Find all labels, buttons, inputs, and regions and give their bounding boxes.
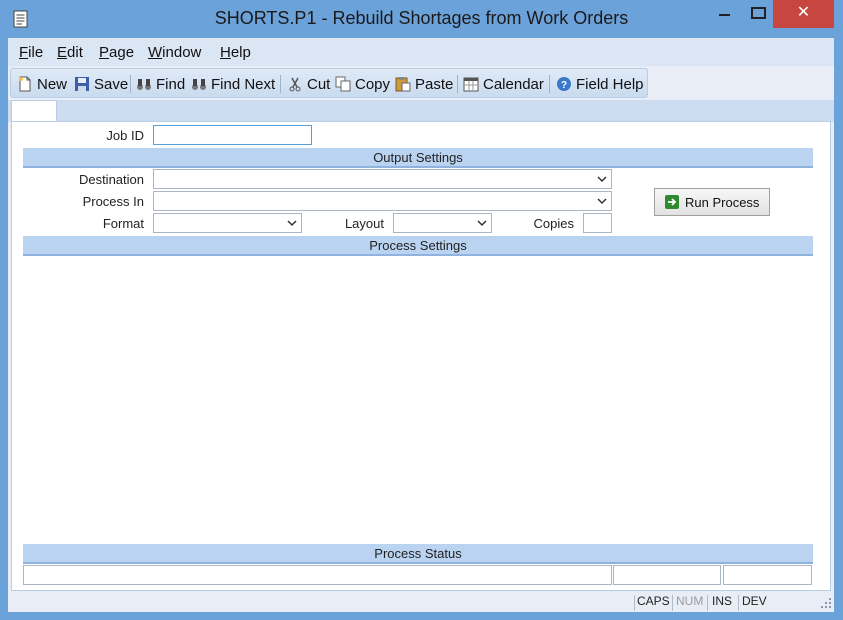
run-arrow-icon <box>665 195 679 209</box>
chevron-down-icon <box>287 220 297 227</box>
client-area: File Edit Page Window Help New Save Find <box>8 38 834 612</box>
resize-grip-icon[interactable] <box>820 597 832 609</box>
format-label: Format <box>102 216 144 231</box>
new-button[interactable]: New <box>17 74 67 94</box>
dev-indicator: DEV <box>742 594 767 608</box>
paste-icon <box>395 77 411 92</box>
close-icon: ✕ <box>796 4 811 21</box>
svg-text:?: ? <box>561 80 567 91</box>
save-button[interactable]: Save <box>74 74 128 94</box>
statusbar-separator <box>707 595 708 611</box>
field-help-button[interactable]: ? Field Help <box>556 74 644 94</box>
menu-help[interactable]: Help <box>220 44 251 61</box>
calendar-button[interactable]: Calendar <box>463 74 544 94</box>
toolbar-separator <box>130 75 131 93</box>
layout-label: Layout <box>344 216 384 231</box>
maximize-button[interactable] <box>748 0 770 28</box>
copy-button[interactable]: Copy <box>335 74 390 94</box>
find-button[interactable]: Find <box>136 74 185 94</box>
calendar-icon <box>463 77 479 92</box>
scissors-icon <box>289 77 301 92</box>
title-bar[interactable]: SHORTS.P1 - Rebuild Shortages from Work … <box>0 0 843 37</box>
toolbar-separator <box>457 75 458 93</box>
minimize-button[interactable] <box>703 0 747 28</box>
process-in-label: Process In <box>82 194 144 209</box>
maximize-icon <box>751 7 766 19</box>
toolbar-separator <box>549 75 550 93</box>
process-status-message <box>23 565 612 585</box>
menu-bar: File Edit Page Window Help <box>8 38 834 66</box>
process-in-dropdown[interactable] <box>153 191 612 211</box>
copies-label: Copies <box>533 216 574 231</box>
find-next-icon <box>192 79 206 90</box>
close-button[interactable]: ✕ <box>773 0 834 28</box>
destination-label: Destination <box>78 172 144 187</box>
menu-edit[interactable]: Edit <box>57 44 83 61</box>
copy-icon <box>335 76 351 92</box>
minimize-icon <box>719 14 730 16</box>
process-settings-header: Process Settings <box>23 236 813 256</box>
find-next-button[interactable]: Find Next <box>191 74 275 94</box>
toolbar: New Save Find Find Next Cut Copy Paste C… <box>10 68 648 98</box>
format-dropdown[interactable] <box>153 213 302 233</box>
chevron-down-icon <box>477 220 487 227</box>
chevron-down-icon <box>597 198 607 205</box>
statusbar-separator <box>738 595 739 611</box>
layout-dropdown[interactable] <box>393 213 492 233</box>
job-id-label: Job ID <box>106 128 144 143</box>
toolbar-separator <box>280 75 281 93</box>
process-status-progress <box>613 565 721 585</box>
application-window: SHORTS.P1 - Rebuild Shortages from Work … <box>0 0 843 620</box>
paste-button[interactable]: Paste <box>395 74 453 94</box>
tab-strip <box>8 100 834 123</box>
menu-window[interactable]: Window <box>148 44 201 61</box>
num-indicator: NUM <box>676 594 704 608</box>
destination-dropdown[interactable] <box>153 169 612 189</box>
new-document-icon <box>19 76 31 92</box>
job-id-input[interactable] <box>153 125 312 145</box>
statusbar-separator <box>672 595 673 611</box>
output-settings-header: Output Settings <box>23 148 813 168</box>
save-icon <box>75 77 89 91</box>
run-process-button[interactable]: Run Process <box>654 188 770 216</box>
binoculars-icon <box>137 79 151 90</box>
copies-input[interactable] <box>583 213 612 233</box>
statusbar-separator <box>634 595 635 611</box>
process-status-detail <box>723 565 812 585</box>
ins-indicator: INS <box>712 594 733 608</box>
process-status-header: Process Status <box>23 544 813 564</box>
help-icon: ? <box>557 77 571 91</box>
tab-main[interactable] <box>11 100 57 123</box>
chevron-down-icon <box>597 176 607 183</box>
cut-button[interactable]: Cut <box>287 74 330 94</box>
caps-indicator: CAPS <box>637 594 670 608</box>
menu-page[interactable]: Page <box>99 44 134 61</box>
form-panel: Job ID Output Settings Destination Proce… <box>11 121 831 591</box>
menu-file[interactable]: File <box>19 44 43 61</box>
